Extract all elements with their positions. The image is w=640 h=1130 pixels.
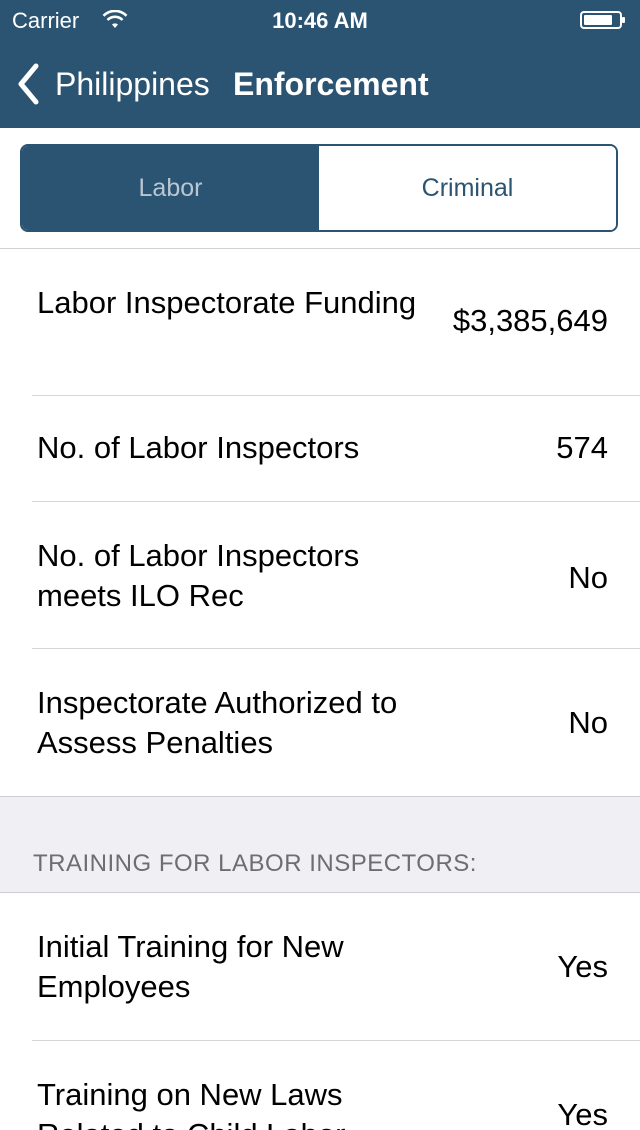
row-value: 574 <box>556 430 608 465</box>
page-title: Enforcement <box>233 66 429 102</box>
row-value: No <box>568 705 608 740</box>
list-item: No. of Labor Inspectors 574 <box>0 396 640 501</box>
list-item: Inspectorate Authorized to Assess Penalt… <box>0 649 640 796</box>
battery-icon <box>580 11 625 29</box>
segment-criminal[interactable]: Criminal <box>319 146 616 230</box>
row-value: No <box>568 560 608 595</box>
row-value: $3,385,649 <box>452 303 608 338</box>
back-button[interactable] <box>14 62 44 106</box>
row-label: Labor Inspectorate Funding <box>37 285 417 320</box>
list-item: Labor Inspectorate Funding $3,385,649 <box>0 249 640 395</box>
row-label: Initial Training for New Employees <box>37 929 344 1004</box>
section-header: TRAINING FOR LABOR INSPECTORS: <box>0 796 640 893</box>
segmented-control: Labor Criminal <box>20 144 618 232</box>
status-time: 10:46 AM <box>272 8 368 33</box>
row-label: No. of Labor Inspectors <box>37 430 360 465</box>
navigation-bar: Philippines Enforcement <box>0 58 640 110</box>
row-label: Inspectorate Authorized to Assess Penalt… <box>37 685 398 760</box>
row-label: Training on New Laws Related to Child La… <box>37 1077 345 1130</box>
list-item: No. of Labor Inspectors meets ILO Rec No <box>0 502 640 648</box>
row-value: Yes <box>557 949 608 984</box>
status-bar: Carrier 10:46 AM <box>0 0 640 40</box>
back-button-label[interactable]: Philippines <box>55 66 210 103</box>
list-item: Initial Training for New Employees Yes <box>0 893 640 1040</box>
segment-labor[interactable]: Labor <box>22 146 319 230</box>
back-chevron-icon <box>18 63 39 105</box>
section-title: TRAINING FOR LABOR INSPECTORS: <box>33 850 477 877</box>
header: Carrier 10:46 AM Philippines Enforcement <box>0 0 640 128</box>
row-value: Yes <box>557 1097 608 1130</box>
list-item: Training on New Laws Related to Child La… <box>0 1041 640 1130</box>
row-label: No. of Labor Inspectors meets ILO Rec <box>37 538 360 613</box>
